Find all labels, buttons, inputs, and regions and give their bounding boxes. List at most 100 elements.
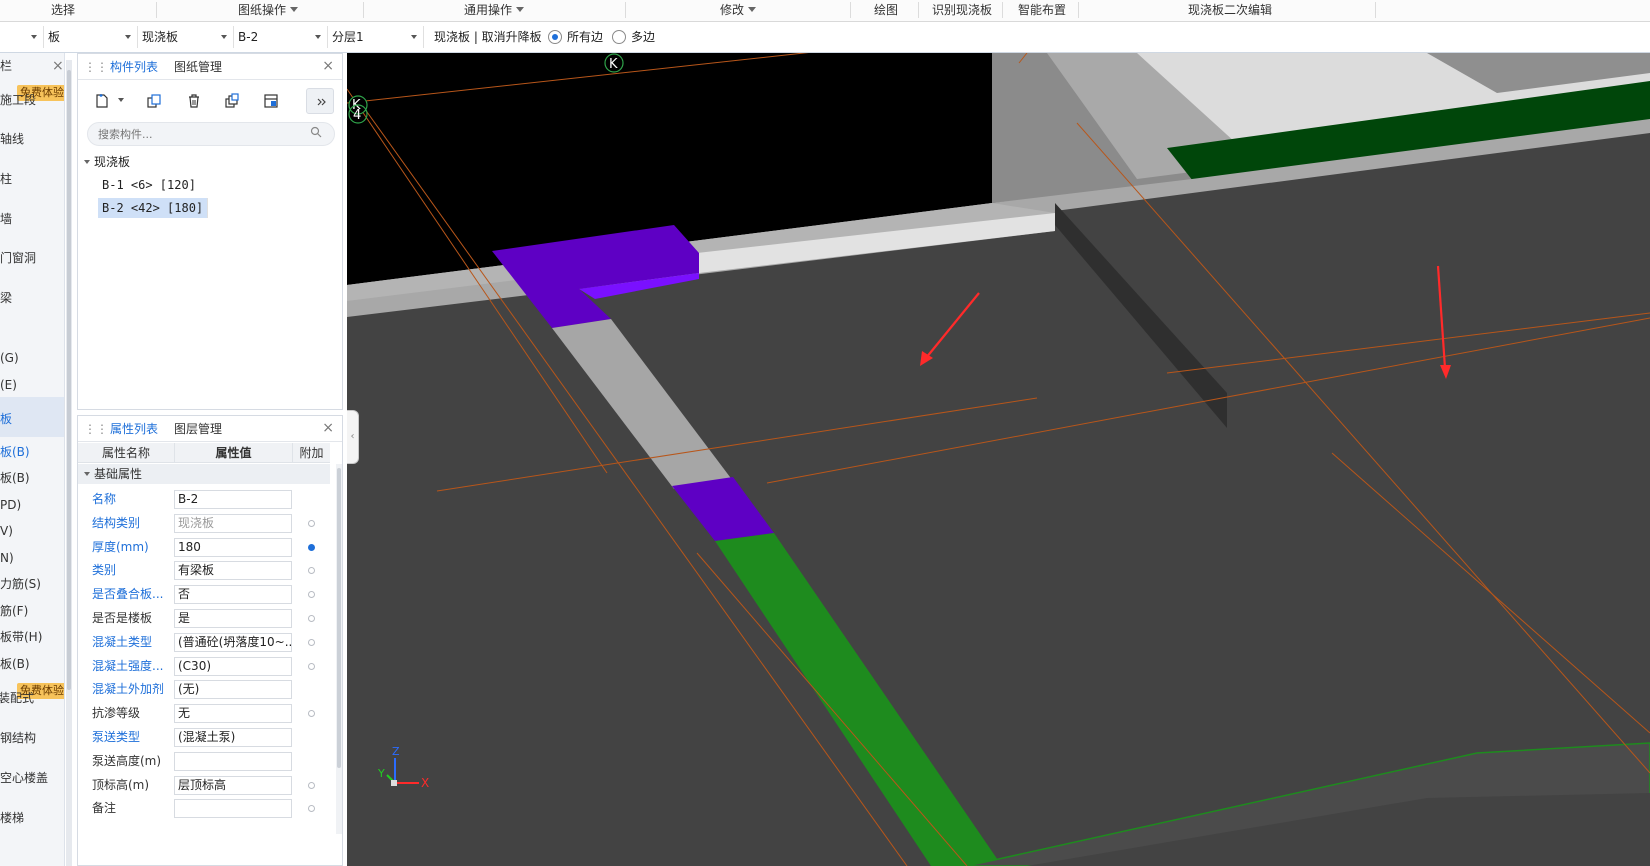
nav-item-beam[interactable]: 梁 bbox=[0, 287, 64, 309]
property-row[interactable]: 混凝土类型 (普通砼(坍落度10~... bbox=[78, 630, 330, 654]
property-row[interactable]: 泵送类型 (混凝土泵) bbox=[78, 725, 330, 749]
ribbon-group-select[interactable]: 选择 bbox=[51, 0, 75, 22]
property-value-field[interactable]: 有梁板 bbox=[174, 561, 292, 581]
chevron-down-icon[interactable] bbox=[84, 160, 90, 164]
property-value-field[interactable] bbox=[174, 799, 292, 819]
category-select[interactable]: 板 bbox=[44, 26, 138, 48]
property-row[interactable]: 混凝土强度... (C30) bbox=[78, 654, 330, 678]
property-value-field[interactable]: 是 bbox=[174, 609, 292, 628]
nav-item-openings[interactable]: 门窗洞 bbox=[0, 247, 64, 269]
property-value-field[interactable]: (普通砼(坍落度10~... bbox=[174, 632, 292, 652]
nav-item-slab-strip[interactable]: 板带(H) bbox=[0, 626, 64, 648]
nav-item-slab-b3[interactable]: 板(B) bbox=[0, 653, 64, 675]
attach-indicator[interactable] bbox=[308, 615, 315, 622]
property-row[interactable]: 混凝土外加剂 (无) bbox=[78, 677, 330, 701]
more-tools-button[interactable] bbox=[306, 88, 334, 114]
new-component-button[interactable] bbox=[88, 88, 116, 114]
tab-property-list[interactable]: 属性列表 bbox=[110, 416, 158, 442]
tab-drawing-management[interactable]: 图纸管理 bbox=[174, 54, 222, 80]
drag-handle-icon[interactable]: ⋮⋮ bbox=[84, 60, 108, 74]
nav-item-prefab[interactable]: 装配式 bbox=[0, 687, 62, 709]
property-row[interactable]: 是否叠合板... 否 bbox=[78, 582, 330, 606]
nav-item-e[interactable]: (E) bbox=[0, 374, 64, 396]
radio-multi-edges[interactable] bbox=[612, 30, 626, 44]
property-value-field[interactable]: B-2 bbox=[174, 490, 292, 509]
nav-item-slab-b2[interactable]: 板(B) bbox=[0, 467, 64, 489]
property-row[interactable]: 厚度(mm) 180 bbox=[78, 535, 330, 559]
copy-to-floor-button[interactable] bbox=[218, 88, 246, 114]
attach-indicator[interactable] bbox=[308, 519, 315, 527]
property-scrollbar[interactable] bbox=[336, 464, 342, 834]
tab-component-list[interactable]: 构件列表 bbox=[110, 54, 158, 80]
nav-item-n[interactable]: N) bbox=[0, 547, 64, 569]
import-component-button[interactable] bbox=[257, 88, 285, 114]
attach-indicator[interactable] bbox=[308, 543, 315, 551]
component-select[interactable]: B-2 bbox=[234, 26, 328, 48]
nav-item-pd[interactable]: PD) bbox=[0, 494, 64, 516]
ribbon-group-drawing-ops[interactable]: 图纸操作 bbox=[238, 0, 299, 22]
property-row[interactable]: 顶标高(m) 层顶标高 bbox=[78, 773, 330, 797]
property-row[interactable]: 泵送高度(m) bbox=[78, 749, 330, 773]
property-value-field[interactable] bbox=[174, 751, 292, 771]
attach-indicator[interactable] bbox=[308, 638, 315, 646]
nav-scrollbar[interactable] bbox=[66, 60, 72, 866]
property-value-field[interactable]: (无) bbox=[174, 680, 292, 700]
nav-item-slab-b[interactable]: 板(B) bbox=[0, 441, 64, 463]
close-icon[interactable]: × bbox=[52, 58, 64, 74]
type-select[interactable]: 现浇板 bbox=[138, 26, 234, 48]
nav-item-bar-f[interactable]: 筋(F) bbox=[0, 600, 64, 622]
property-value-field[interactable]: 否 bbox=[174, 585, 292, 605]
layer-select[interactable]: 分层1 bbox=[328, 26, 424, 48]
attach-indicator[interactable] bbox=[308, 781, 315, 789]
tree-item-b1[interactable]: B-1 <6> [120] bbox=[98, 175, 200, 195]
attach-indicator[interactable] bbox=[308, 662, 315, 670]
mode-text[interactable]: 现浇板 | 取消升降板 bbox=[434, 26, 542, 48]
attach-indicator[interactable] bbox=[308, 567, 315, 575]
floor-select[interactable] bbox=[0, 26, 44, 48]
tab-layer-management[interactable]: 图层管理 bbox=[174, 416, 222, 442]
copy-component-button[interactable] bbox=[140, 88, 168, 114]
property-group-basic[interactable]: 基础属性 bbox=[78, 464, 330, 484]
close-icon[interactable]: × bbox=[322, 420, 334, 436]
property-row[interactable]: 抗渗等级 无 bbox=[78, 701, 330, 725]
nav-item-v[interactable]: V) bbox=[0, 520, 64, 542]
tree-node-cast-slab[interactable]: 现浇板 bbox=[84, 152, 130, 172]
attach-indicator[interactable] bbox=[308, 805, 315, 813]
property-value-field[interactable]: (混凝土泵) bbox=[174, 728, 292, 747]
ribbon-group-slab-secondary-edit[interactable]: 现浇板二次编辑 bbox=[1188, 0, 1272, 22]
property-value-field[interactable]: 现浇板 bbox=[174, 513, 292, 533]
radio-all-edges[interactable] bbox=[548, 30, 562, 44]
property-value-field[interactable]: 180 bbox=[174, 537, 292, 557]
3d-viewport[interactable]: K K 4 Z Y X bbox=[347, 53, 1650, 866]
chevron-down-icon[interactable] bbox=[84, 472, 90, 476]
search-icon[interactable] bbox=[310, 126, 322, 138]
property-value-field[interactable]: 无 bbox=[174, 704, 292, 724]
attach-indicator[interactable] bbox=[308, 591, 315, 599]
ribbon-group-draw[interactable]: 绘图 bbox=[874, 0, 898, 22]
nav-item-wall[interactable]: 墙 bbox=[0, 208, 64, 230]
property-row[interactable]: 名称 B-2 bbox=[78, 487, 330, 511]
property-row[interactable]: 结构类别 现浇板 bbox=[78, 511, 330, 535]
nav-item-hollow-floor[interactable]: 空心楼盖 bbox=[0, 767, 64, 789]
nav-item-construction-section[interactable]: 施工段 bbox=[0, 89, 64, 111]
tree-item-b2[interactable]: B-2 <42> [180] bbox=[98, 198, 209, 218]
delete-component-button[interactable] bbox=[180, 88, 208, 114]
collapse-panel-button[interactable]: ‹ bbox=[347, 410, 359, 464]
property-row[interactable]: 类别 有梁板 bbox=[78, 558, 330, 582]
chevron-down-icon[interactable] bbox=[118, 98, 124, 102]
property-value-field[interactable]: (C30) bbox=[174, 656, 292, 676]
attach-indicator[interactable] bbox=[308, 710, 315, 718]
nav-item-g[interactable]: (G) bbox=[0, 347, 64, 369]
property-row[interactable]: 备注 bbox=[78, 796, 330, 820]
close-icon[interactable]: × bbox=[322, 58, 334, 74]
nav-item-column[interactable]: 柱 bbox=[0, 168, 64, 190]
nav-item-axis[interactable]: 轴线 bbox=[0, 128, 64, 150]
ribbon-group-recognize-slab[interactable]: 识别现浇板 bbox=[932, 0, 992, 22]
ribbon-group-modify[interactable]: 修改 bbox=[720, 0, 757, 22]
property-row[interactable]: 是否是楼板 是 bbox=[78, 606, 330, 630]
property-value-field[interactable]: 层顶标高 bbox=[174, 775, 292, 795]
nav-item-stairs[interactable]: 楼梯 bbox=[0, 807, 64, 829]
drag-handle-icon[interactable]: ⋮⋮ bbox=[84, 422, 108, 436]
nav-item-slab-group[interactable]: 板 bbox=[0, 397, 64, 437]
nav-item-steel-structure[interactable]: 钢结构 bbox=[0, 727, 64, 749]
